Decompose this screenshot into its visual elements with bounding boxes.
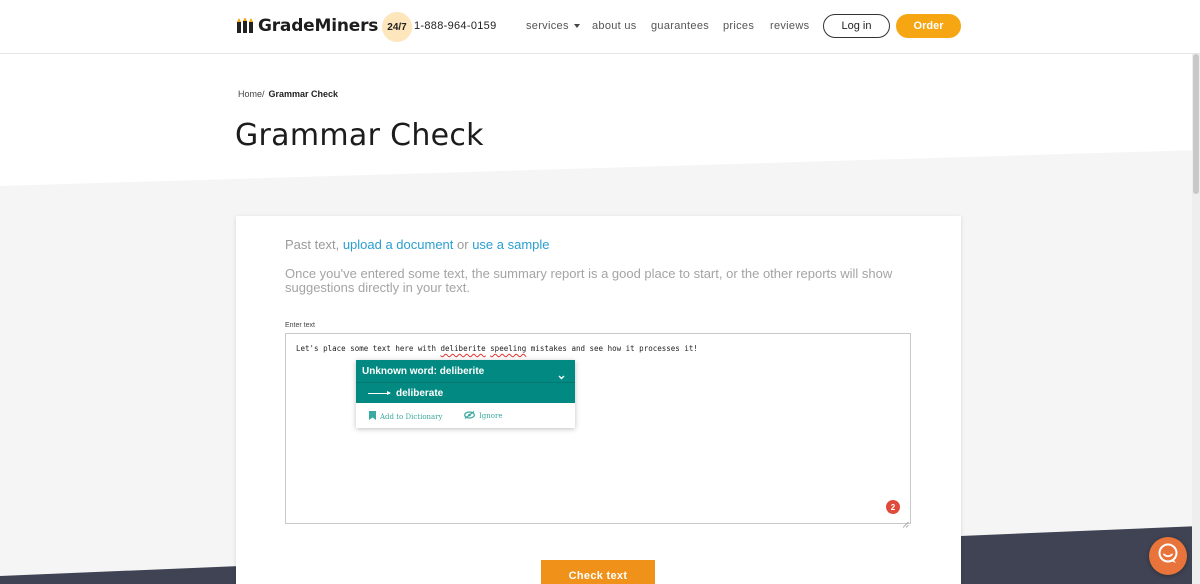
- add-to-dictionary-button[interactable]: Add to Dictionary: [369, 411, 443, 422]
- suggestion-popup: Unknown word: deliberite deliberate Add …: [356, 360, 575, 428]
- enter-text-label: Enter text: [285, 322, 315, 329]
- text-segment: mistakes and see how it processes it!: [526, 344, 698, 353]
- caret-down-icon: [573, 24, 580, 29]
- entered-text: Let's place some text here with deliberi…: [296, 344, 698, 353]
- support-badge: 24/7: [382, 12, 412, 42]
- site-header: GradeMiners 24/7 1-888-964-0159 services…: [0, 0, 1200, 54]
- pencils-icon: [236, 18, 254, 34]
- ignore-button[interactable]: Ignore: [464, 411, 502, 421]
- suggestion-item[interactable]: deliberate: [356, 382, 575, 403]
- resize-handle-icon[interactable]: [902, 515, 909, 528]
- intro-prefix: Past text,: [285, 237, 343, 252]
- breadcrumb-home[interactable]: Home/: [238, 89, 265, 99]
- misspelled-word[interactable]: speeling: [490, 344, 526, 353]
- bookmark-icon: [369, 411, 376, 422]
- breadcrumb: Home/Grammar Check: [238, 89, 338, 99]
- page-scrollbar[interactable]: [1192, 54, 1200, 584]
- popup-actions: Add to Dictionary Ignore: [356, 404, 575, 428]
- breadcrumb-current: Grammar Check: [268, 89, 339, 99]
- text-segment: Let's place some text here with: [296, 344, 441, 353]
- nav-about-us[interactable]: about us: [592, 20, 637, 32]
- logo-text: GradeMiners: [258, 16, 379, 36]
- page-title: Grammar Check: [235, 118, 484, 153]
- arrow-right-icon: [368, 391, 391, 395]
- upload-document-link[interactable]: upload a document: [343, 237, 454, 252]
- error-count-badge[interactable]: 2: [886, 500, 900, 514]
- nav-services-label: services: [526, 20, 569, 32]
- nav-reviews[interactable]: reviews: [770, 20, 809, 32]
- chat-bubble-icon: [1156, 542, 1180, 571]
- description-text: Once you've entered some text, the summa…: [285, 266, 893, 295]
- phone-link[interactable]: 1-888-964-0159: [414, 20, 496, 32]
- add-to-dictionary-label: Add to Dictionary: [380, 412, 443, 421]
- popup-header: Unknown word: deliberite: [356, 360, 575, 382]
- suggestion-word: deliberate: [396, 388, 444, 399]
- chat-button[interactable]: [1149, 537, 1187, 575]
- ignore-label: Ignore: [479, 412, 503, 420]
- text-input-area[interactable]: Let's place some text here with deliberi…: [285, 333, 911, 528]
- nav-prices[interactable]: prices: [723, 20, 754, 32]
- popup-title: Unknown word: deliberite: [362, 366, 485, 377]
- grammar-check-card: Past text, upload a document or use a sa…: [236, 216, 961, 584]
- logo[interactable]: GradeMiners: [236, 16, 378, 36]
- misspelled-word[interactable]: deliberite: [441, 344, 486, 353]
- login-button[interactable]: Log in: [823, 14, 890, 38]
- scrollbar-thumb[interactable]: [1193, 54, 1199, 194]
- nav-guarantees[interactable]: guarantees: [651, 20, 709, 32]
- intro-text: Past text, upload a document or use a sa…: [285, 237, 550, 252]
- check-text-button[interactable]: Check text: [541, 560, 655, 584]
- order-button[interactable]: Order: [896, 14, 961, 38]
- intro-mid: or: [453, 237, 473, 252]
- use-sample-link[interactable]: use a sample: [472, 237, 549, 252]
- nav-services[interactable]: services: [526, 20, 580, 32]
- eye-slash-icon: [464, 411, 475, 421]
